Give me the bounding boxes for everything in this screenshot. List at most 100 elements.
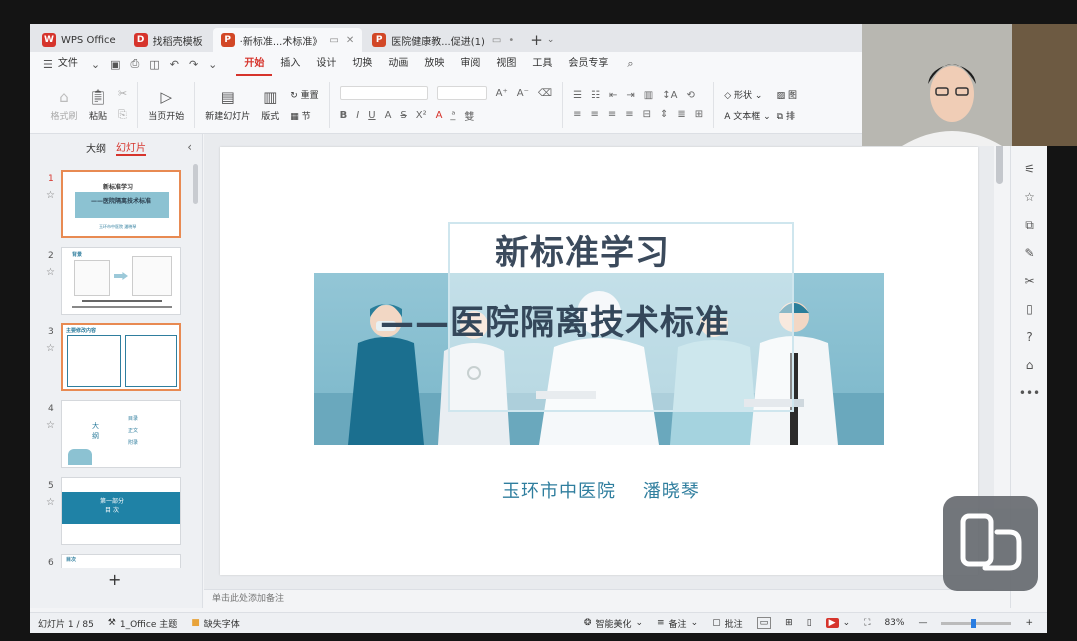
star-icon[interactable]: ☆ (46, 420, 55, 431)
slide-thumbnail[interactable]: 主要修改内容 (61, 323, 181, 391)
zoom-thumb[interactable] (971, 618, 977, 628)
underline-icon[interactable]: U (368, 110, 375, 121)
tab-wps-office[interactable]: W WPS Office (34, 28, 124, 52)
star-icon[interactable]: ☆ (46, 343, 55, 354)
theme-indicator[interactable]: ⚒ 1_Office 主题 (108, 617, 177, 630)
menu-tools[interactable]: 工具 (524, 52, 560, 76)
redo-icon[interactable]: ↷ (184, 58, 203, 71)
properties-icon[interactable]: ⚟ (1011, 162, 1047, 176)
bullet-list-icon[interactable]: ☰ (573, 90, 582, 101)
font-grow-icon[interactable]: A⁺ (496, 88, 508, 99)
slide-thumb-row-1[interactable]: 1 ☆ 新标准学习 ——医院隔离技术标准 玉环市中医院 潘晓琴 (30, 170, 203, 238)
zoom-level[interactable]: 83% (884, 618, 904, 628)
slide-title[interactable]: 新标准学习 (495, 225, 670, 274)
smart-beautify-button[interactable]: ❂ 智能美化 ⌄ (584, 617, 643, 630)
shirt-icon[interactable]: ⌂ (1011, 358, 1047, 372)
distribute-icon[interactable]: ⊟ (643, 109, 651, 120)
save-icon[interactable]: ▣ (105, 58, 125, 71)
close-icon[interactable]: ✕ (346, 35, 354, 46)
slide-thumbnail[interactable]: 背景 (61, 247, 181, 315)
italic-icon[interactable]: I (356, 110, 359, 121)
copy-icon[interactable]: ⧉ (1011, 218, 1047, 233)
align-left-icon[interactable]: ≡ (573, 109, 581, 120)
print-icon[interactable]: ⎙ (126, 57, 145, 71)
superscript-icon[interactable]: X² (416, 110, 427, 121)
slide-author[interactable]: 玉环市中医院 潘晓琴 (502, 477, 700, 503)
font-family-select[interactable] (339, 86, 428, 100)
text-direction-icon[interactable]: ↕A (662, 90, 677, 101)
slide-thumb-row-6[interactable]: 6 目次 (30, 554, 203, 568)
clear-format-icon[interactable]: ⌫ (538, 88, 552, 99)
highlight-icon[interactable]: ᵃ̲ (451, 110, 455, 121)
phonetic-icon[interactable]: 雙 (464, 108, 474, 123)
comments-button[interactable]: ▢ 批注 (712, 617, 743, 630)
help-icon[interactable]: ? (1011, 330, 1047, 344)
text-shadow-icon[interactable]: A (385, 110, 392, 121)
menu-transition[interactable]: 切换 (344, 52, 380, 76)
font-color-icon[interactable]: A (436, 110, 443, 121)
slide-subtitle[interactable]: ——医院隔离技术标准 (380, 295, 730, 344)
align-right-icon[interactable]: ≡ (608, 109, 616, 120)
zoom-out-icon[interactable]: — (918, 618, 927, 628)
paste-button[interactable]: 📋︎ 粘贴 (84, 88, 112, 122)
menu-design[interactable]: 设计 (308, 52, 344, 76)
font-size-select[interactable] (436, 86, 487, 100)
justify-icon[interactable]: ≡ (625, 109, 633, 120)
star-icon[interactable]: ☆ (1011, 190, 1047, 204)
search-icon[interactable]: ⌕ (622, 57, 638, 71)
font-shrink-icon[interactable]: A⁻ (517, 88, 529, 99)
chevron-down-icon[interactable]: ⌄ (86, 58, 105, 71)
slide-thumbnail[interactable]: 大纲 目录 正文 附录 (61, 400, 181, 468)
picture-button[interactable]: ▨ 图 (777, 88, 797, 101)
columns-icon[interactable]: ▥ (644, 90, 653, 101)
reset-button[interactable]: ↻ 重置 (290, 88, 318, 101)
star-icon[interactable]: ☆ (46, 190, 55, 201)
strikethrough-icon[interactable]: S (400, 110, 406, 121)
preview-icon[interactable]: ◫ (144, 58, 164, 71)
notes-button[interactable]: ≡ 备注 ⌄ (657, 617, 698, 630)
menu-review[interactable]: 审阅 (452, 52, 488, 76)
book-icon[interactable]: ▯ (1011, 302, 1047, 316)
tab-slides[interactable]: 幻灯片 (116, 139, 146, 156)
slide-thumb-row-2[interactable]: 2 ☆ 背景 (30, 247, 203, 315)
menu-insert[interactable]: 插入 (272, 52, 308, 76)
tab-health-ppt[interactable]: P 医院健康教...促进(1) ▭ • (364, 28, 522, 52)
copy-icon[interactable]: ⎘ (118, 108, 127, 122)
more-icon[interactable]: ••• (1011, 386, 1047, 400)
outdent-icon[interactable]: ⇤ (609, 90, 617, 101)
menu-home[interactable]: 开始 (236, 52, 273, 76)
slide-thumbnail[interactable]: 目次 (61, 554, 181, 568)
slide-thumb-row-3[interactable]: 3 ☆ 主要修改内容 (30, 323, 203, 391)
hamburger-icon[interactable]: ☰ (38, 58, 58, 71)
star-icon[interactable]: ☆ (46, 497, 55, 508)
play-slideshow-button[interactable]: ▶ ⌄ (825, 618, 850, 628)
tab-outline[interactable]: 大纲 (86, 140, 106, 155)
tab-current-ppt[interactable]: P ·新标准...术标准》 ▭ ✕ (212, 28, 363, 52)
add-slide-button[interactable]: + (108, 570, 121, 589)
fit-window-icon[interactable]: ⛶ (864, 618, 870, 628)
star-icon[interactable]: ☆ (46, 267, 55, 278)
zoom-slider[interactable] (941, 618, 1012, 628)
shape-button[interactable]: ◇ 形状 ⌄ (724, 88, 770, 101)
para-spacing-icon[interactable]: ≣ (677, 109, 685, 120)
line-spacing-icon[interactable]: ⇕ (660, 109, 668, 120)
new-slide-button[interactable]: ▤ 新建幻灯片 (205, 88, 250, 122)
missing-font-button[interactable]: ■ 缺失字体 (191, 617, 240, 630)
slide-thumb-row-5[interactable]: 5 ☆ 第一部分 目 次 (30, 477, 203, 545)
menu-animation[interactable]: 动画 (380, 52, 416, 76)
sorter-view-icon[interactable]: ⊞ (785, 618, 793, 628)
zoom-in-icon[interactable]: + (1025, 618, 1033, 628)
menu-view[interactable]: 视图 (488, 52, 524, 76)
menu-file[interactable]: 文件 (58, 52, 86, 76)
slide-thumbnail[interactable]: 新标准学习 ——医院隔离技术标准 玉环市中医院 潘晓琴 (61, 170, 181, 238)
format-painter-button[interactable]: ⌂ 格式刷 (50, 88, 78, 122)
current-slide[interactable]: 新标准学习 ——医院隔离技术标准 玉环市中医院 潘晓琴 (220, 147, 978, 575)
numbered-list-icon[interactable]: ☷ (591, 90, 600, 101)
bold-icon[interactable]: B (340, 110, 348, 121)
convert-icon[interactable]: ⟲ (686, 90, 694, 101)
floating-screen-share-button[interactable] (943, 496, 1038, 591)
textbox-button[interactable]: A 文本框 ⌄ (724, 109, 770, 122)
normal-view-icon[interactable]: ▭ (756, 617, 772, 629)
section-button[interactable]: ▦ 节 (290, 109, 318, 122)
new-tab-button[interactable]: + ⌄ (524, 28, 560, 52)
